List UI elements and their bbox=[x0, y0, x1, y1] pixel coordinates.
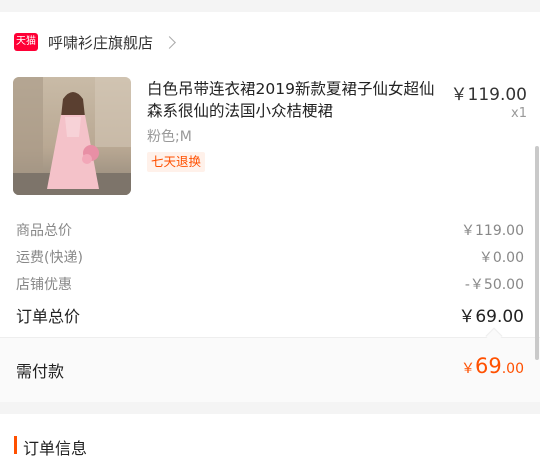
order-info-heading: 订单信息 bbox=[23, 439, 88, 458]
product-thumbnail[interactable] bbox=[13, 77, 131, 195]
payment-currency: ￥ bbox=[461, 361, 475, 377]
section-accent-bar bbox=[14, 436, 17, 454]
payment-amount-int: 69 bbox=[475, 354, 502, 378]
order-info-section: 订单信息 bbox=[0, 414, 540, 466]
payment-label: 需付款 bbox=[16, 362, 65, 381]
shipping-row: 运费(快递) ￥0.00 bbox=[16, 247, 524, 267]
product-quantity: x1 bbox=[511, 106, 527, 121]
discount-row: 店铺优惠 -￥50.00 bbox=[16, 274, 524, 294]
scrollbar[interactable] bbox=[535, 146, 539, 360]
product-sku: 粉色;M bbox=[147, 129, 192, 145]
discount-value: -￥50.00 bbox=[464, 277, 524, 293]
product-photo bbox=[13, 77, 131, 195]
product-price: ￥119.00 bbox=[450, 85, 527, 105]
shipping-value: ￥0.00 bbox=[478, 250, 524, 266]
service-tag: 七天退换 bbox=[147, 152, 206, 172]
shop-name[interactable]: 呼啸衫庄旗舰店 bbox=[48, 32, 153, 53]
payment-amount-dec: .00 bbox=[501, 361, 524, 377]
items-total-value: ￥119.00 bbox=[461, 223, 524, 239]
chevron-right-icon[interactable] bbox=[163, 35, 176, 49]
product-title[interactable]: 白色吊带连衣裙2019新款夏裙子仙女超仙森系很仙的法国小众桔梗裙 bbox=[147, 78, 447, 122]
items-total-row: 商品总价 ￥119.00 bbox=[16, 220, 524, 240]
payment-bar: 需付款 ￥69.00 bbox=[0, 337, 540, 402]
shop-header[interactable]: 天猫 呼啸衫庄旗舰店 bbox=[14, 30, 176, 54]
payment-amount: ￥69.00 bbox=[461, 354, 524, 378]
order-total-label: 订单总价 bbox=[16, 306, 81, 326]
discount-label: 店铺优惠 bbox=[16, 277, 72, 293]
order-total-row: 订单总价 ￥69.00 bbox=[16, 302, 524, 328]
order-total-value: ￥69.00 bbox=[458, 307, 524, 327]
tmall-logo-icon: 天猫 bbox=[14, 33, 38, 51]
items-total-label: 商品总价 bbox=[16, 223, 72, 239]
order-card: 天猫 呼啸衫庄旗舰店 白色吊带连衣裙2019新款夏裙子仙女超仙森系很仙的法国小众… bbox=[0, 12, 540, 402]
shipping-label: 运费(快递) bbox=[16, 250, 83, 266]
